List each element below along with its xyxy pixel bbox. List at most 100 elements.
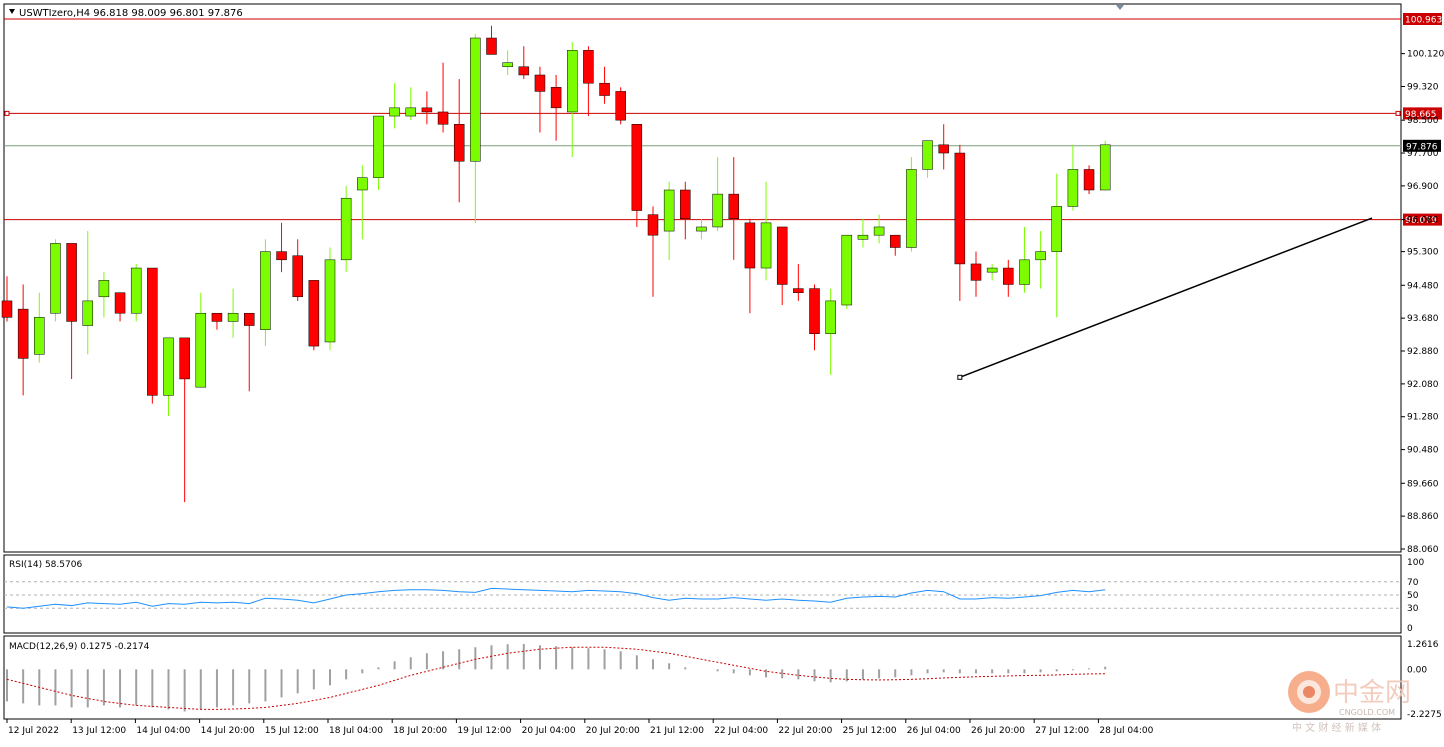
macd-tick-label: 0.00 <box>1407 665 1427 675</box>
candle-body <box>567 50 578 113</box>
candle-body <box>534 74 546 92</box>
candle-body <box>211 312 223 322</box>
price-tick-label: 97.700 <box>1407 149 1439 159</box>
candle-body <box>292 255 303 298</box>
candle-body <box>809 288 820 335</box>
time-tick-label: 18 Jul 20:00 <box>393 726 447 736</box>
macd-tick-label: 1.2616 <box>1407 640 1439 650</box>
watermark-sub: CNGOLD.COM <box>1339 708 1395 717</box>
candle-body <box>615 91 626 121</box>
candle-body <box>1099 144 1111 191</box>
time-tick-label: 19 Jul 12:00 <box>457 726 511 736</box>
candle-body <box>680 189 691 220</box>
rsi-label: RSI(14) 58.5706 <box>9 560 82 570</box>
candle-body <box>712 193 723 228</box>
candle-body <box>906 169 917 248</box>
candle-body <box>227 312 239 322</box>
price-tick-label: 88.860 <box>1407 512 1439 522</box>
rsi-tick-label: 50 <box>1407 591 1419 601</box>
candle-body <box>776 226 788 285</box>
candle-body <box>308 280 320 347</box>
rsi-tick-label: 70 <box>1407 578 1419 588</box>
time-tick-label: 21 Jul 12:00 <box>650 726 704 736</box>
price-tick-label: 96.080 <box>1407 216 1439 226</box>
candle-body <box>357 177 368 191</box>
candle-body <box>599 82 610 96</box>
time-tick-label: 27 Jul 12:00 <box>1035 726 1089 736</box>
candle-body <box>98 280 110 298</box>
level-price-label: 100.963 <box>1405 16 1442 26</box>
time-tick-label: 20 Jul 04:00 <box>522 726 576 736</box>
time-tick-label: 22 Jul 04:00 <box>714 726 768 736</box>
candle-body <box>954 152 966 265</box>
candle-body <box>1019 259 1030 285</box>
candle-body <box>470 37 481 162</box>
time-tick-label: 13 Jul 12:00 <box>72 726 126 736</box>
time-tick-label: 22 Jul 20:00 <box>778 726 832 736</box>
candle-body <box>793 288 804 293</box>
candle-body <box>890 234 901 248</box>
watermark-tagline: 中 文 财 经 新 媒 体 <box>1292 721 1381 734</box>
level-handle-left[interactable] <box>4 110 10 116</box>
candle-body <box>663 189 675 232</box>
time-tick-label: 25 Jul 12:00 <box>843 726 897 736</box>
candle-body <box>986 267 998 273</box>
candle-body <box>841 234 853 306</box>
candle-body <box>502 62 513 68</box>
candle-body <box>34 317 45 355</box>
level-handle-right[interactable] <box>1395 110 1401 116</box>
time-tick-label: 26 Jul 20:00 <box>971 726 1025 736</box>
candle-body <box>1035 251 1046 261</box>
chart-window: USWTIzero,H4 96.818 98.009 96.801 97.876… <box>0 0 1444 743</box>
candle-body <box>437 111 449 125</box>
candle-body <box>244 312 255 326</box>
candle-body <box>195 312 207 388</box>
candle-body <box>260 251 271 330</box>
candle-body <box>922 140 933 170</box>
candle-body <box>147 267 158 396</box>
price-tick-label: 99.320 <box>1407 82 1439 92</box>
price-tick-label: 90.480 <box>1407 446 1439 456</box>
candle-body <box>421 107 433 113</box>
candle-body <box>728 193 739 220</box>
candle-body <box>163 337 174 396</box>
price-tick-label: 98.500 <box>1407 116 1439 126</box>
candle-body <box>760 222 772 269</box>
price-chart[interactable]: USWTIzero,H4 96.818 98.009 96.801 97.876… <box>0 0 1444 743</box>
candle-body <box>1 300 13 318</box>
time-tick-label: 12 Jul 2022 <box>8 726 59 736</box>
watermark-text: 中金网 <box>1333 678 1411 708</box>
candle-body <box>938 144 949 154</box>
price-tick-label: 94.480 <box>1407 281 1439 291</box>
candle-body <box>179 337 190 380</box>
candle-body <box>50 243 61 314</box>
candle-body <box>66 243 77 322</box>
candle-body <box>114 292 126 314</box>
candle-body <box>373 115 384 178</box>
candle-body <box>825 300 836 335</box>
candle-body <box>17 308 29 359</box>
candle-body <box>486 37 497 55</box>
time-tick-label: 14 Jul 04:00 <box>136 726 190 736</box>
time-tick-label: 28 Jul 04:00 <box>1099 726 1153 736</box>
price-tick-label: 92.080 <box>1407 380 1439 390</box>
macd-label: MACD(12,26,9) 0.1275 -0.2174 <box>9 642 150 652</box>
candle-body <box>647 214 659 236</box>
rsi-tick-label: 100 <box>1407 558 1424 568</box>
candle-body <box>1003 267 1014 285</box>
price-tick-label: 100.120 <box>1407 50 1444 60</box>
price-tick-label: 92.880 <box>1407 347 1439 357</box>
price-tick-label: 88.060 <box>1407 545 1439 555</box>
time-tick-label: 15 Jul 12:00 <box>265 726 319 736</box>
price-tick-label: 91.280 <box>1407 413 1439 423</box>
time-tick-label: 14 Jul 20:00 <box>201 726 255 736</box>
candle-body <box>324 259 336 343</box>
price-tick-label: 93.680 <box>1407 314 1439 324</box>
symbol-header: USWTIzero,H4 96.818 98.009 96.801 97.876 <box>19 8 243 19</box>
rsi-tick-label: 0 <box>1407 624 1413 634</box>
candle-body <box>340 197 352 261</box>
rsi-tick-label: 30 <box>1407 604 1419 614</box>
trendline-anchor-start[interactable] <box>957 374 963 380</box>
price-tick-label: 95.300 <box>1407 248 1439 258</box>
candle-body <box>276 251 287 261</box>
